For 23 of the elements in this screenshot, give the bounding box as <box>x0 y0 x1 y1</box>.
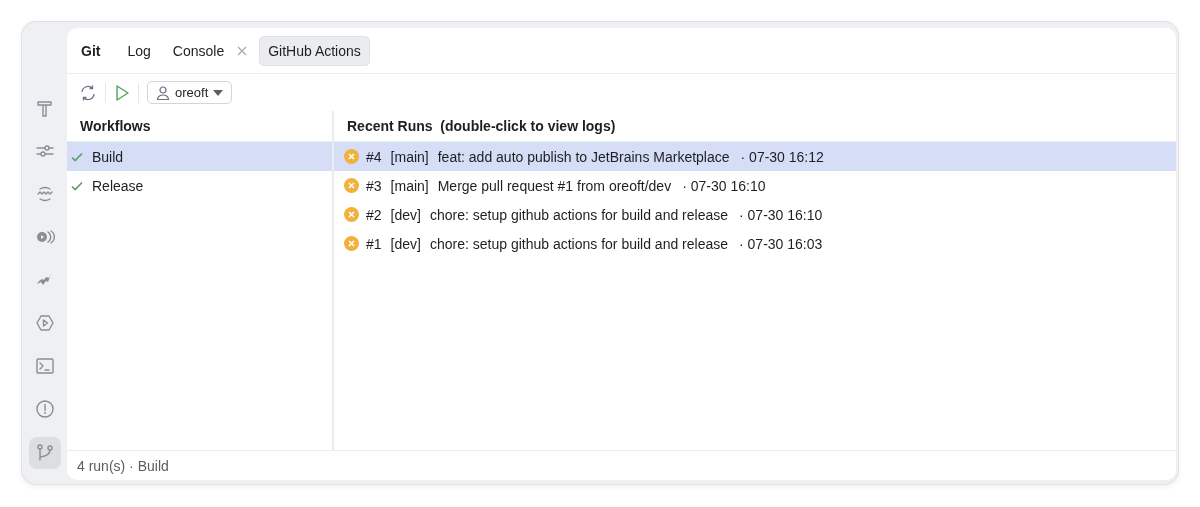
hexagon-play-icon <box>34 313 55 333</box>
close-icon[interactable] <box>237 45 248 56</box>
play-icon[interactable] <box>114 83 130 102</box>
workflow-item[interactable]: Build <box>67 142 332 171</box>
hammer-icon <box>34 98 55 118</box>
tool-window-title: Git <box>81 42 101 59</box>
tool-window-button[interactable] <box>28 437 61 469</box>
terminal-icon <box>34 356 55 376</box>
alert-icon <box>34 399 55 419</box>
person-icon <box>156 85 170 100</box>
run-item[interactable]: #4 [main] feat: add auto publish to JetBrains Marketplace · 07-30 16:12 <box>334 142 1176 171</box>
status-text: 4 run(s) · Build <box>67 450 1176 480</box>
run-item[interactable]: #1 [dev] chore: setup github actions for build and release · 07-30 16:03 <box>334 229 1176 258</box>
user-dropdown[interactable]: oreoft <box>147 81 233 104</box>
run-item[interactable]: #2 [dev] chore: setup github actions for build and release · 07-30 16:10 <box>334 200 1176 229</box>
tab[interactable]: Console <box>163 35 234 66</box>
refresh-icon[interactable] <box>79 83 97 102</box>
tab[interactable]: GitHub Actions <box>259 35 370 66</box>
workflow-item[interactable]: Release <box>67 171 332 200</box>
caret-icon <box>213 89 224 96</box>
run-item[interactable]: #3 [main] Merge pull request #1 from oreoft/dev · 07-30 16:10 <box>334 171 1176 200</box>
branch-icon <box>34 443 55 463</box>
tab[interactable]: Log <box>118 35 160 66</box>
